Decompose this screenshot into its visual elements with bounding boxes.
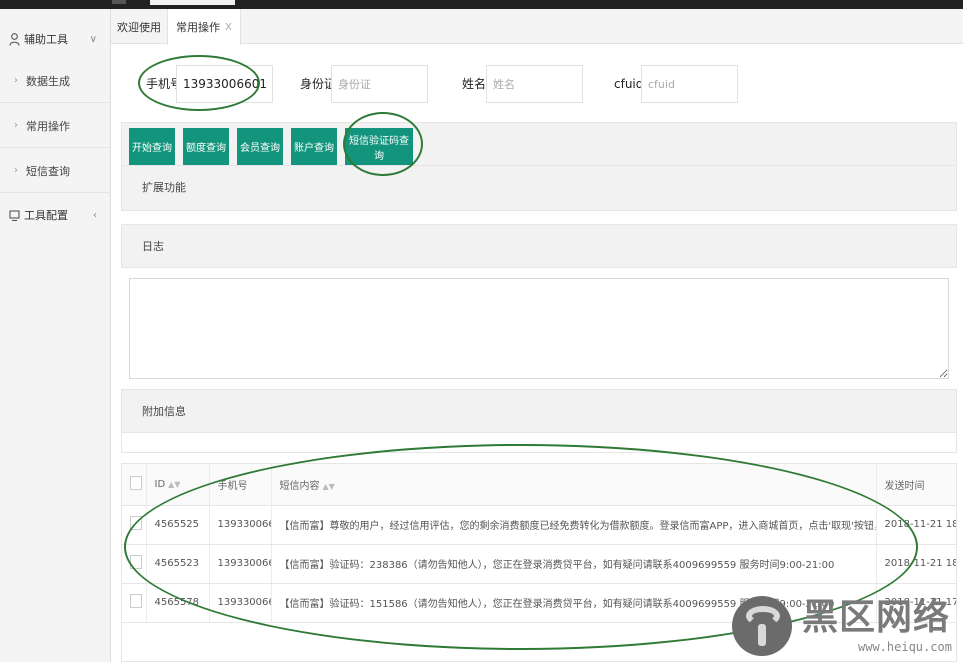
- cell-phone: 13933006601: [209, 544, 272, 584]
- cell-content: 【信而富】验证码：238386（请勿告知他人），您正在登录消费贷平台，如有疑问请…: [271, 544, 877, 584]
- col-id[interactable]: ID ▲▼: [146, 464, 210, 506]
- sidebar-group-aux-tools[interactable]: 辅助工具 ∨: [0, 19, 111, 59]
- name-label: 姓名: [462, 77, 487, 91]
- row-checkbox[interactable]: [130, 516, 142, 530]
- sort-icon[interactable]: ▲▼: [323, 482, 335, 491]
- chevron-right-icon: ›: [14, 75, 18, 86]
- row-select-cell[interactable]: [122, 505, 147, 545]
- col-phone: 手机号: [209, 464, 272, 506]
- chevron-left-icon: ‹: [93, 209, 97, 221]
- monitor-icon: [8, 209, 20, 221]
- sidebar-item-sms-query[interactable]: › 短信查询: [0, 149, 111, 193]
- sidebar-item-label: 数据生成: [26, 74, 70, 88]
- cfuid-input[interactable]: [641, 65, 738, 103]
- extend-panel: 扩展功能: [121, 166, 957, 211]
- row-checkbox[interactable]: [130, 555, 142, 569]
- cell-phone: 13933006601: [209, 505, 272, 545]
- col-id-label: ID: [154, 478, 166, 490]
- sidebar-group-tool-config[interactable]: 工具配置 ‹: [0, 195, 111, 235]
- sidebar-item-common-ops[interactable]: › 常用操作: [0, 104, 111, 148]
- col-content-label: 短信内容: [279, 480, 320, 492]
- sidebar-item-label: 短信查询: [26, 164, 70, 178]
- cell-id: 4565525: [146, 505, 210, 545]
- start-query-button[interactable]: 开始查询: [129, 128, 175, 165]
- table-row[interactable]: 4565523 13933006601 【信而富】验证码：238386（请勿告知…: [122, 544, 956, 584]
- table-row[interactable]: 4565525 13933006601 【信而富】尊敬的用户，经过信用评估，您的…: [122, 505, 956, 545]
- log-title: 日志: [142, 240, 164, 253]
- name-input[interactable]: [486, 65, 583, 103]
- col-phone-label: 手机号: [217, 480, 248, 492]
- phone-input[interactable]: [176, 65, 273, 103]
- quota-query-button[interactable]: 额度查询: [183, 128, 229, 165]
- select-all-cell[interactable]: [122, 464, 147, 506]
- tab-welcome[interactable]: 欢迎使用 X: [117, 9, 173, 44]
- log-textarea[interactable]: [129, 278, 949, 379]
- watermark-url: www.heiqu.com: [858, 640, 952, 654]
- extra-info-body: [121, 433, 957, 453]
- row-select-cell[interactable]: [122, 583, 147, 623]
- cell-content: 【信而富】尊敬的用户，经过信用评估，您的剩余消费额度已经免费转化为借款额度。登录…: [271, 505, 877, 545]
- chevron-right-icon: ›: [14, 165, 18, 176]
- top-bar: [0, 0, 963, 9]
- tab-label: 常用操作: [176, 21, 220, 34]
- select-all-checkbox[interactable]: [130, 475, 142, 490]
- watermark: 黑区网络 www.heiqu.com: [732, 596, 963, 662]
- top-bar-segment: [112, 0, 126, 4]
- watermark-text: 黑区网络: [802, 597, 951, 638]
- account-query-button[interactable]: 账户查询: [291, 128, 337, 165]
- extend-title: 扩展功能: [142, 181, 186, 194]
- cell-id: 4565523: [146, 544, 210, 584]
- table-header-row: ID ▲▼ 手机号 短信内容 ▲▼ 发送时间: [122, 464, 956, 506]
- col-content[interactable]: 短信内容 ▲▼: [271, 464, 877, 506]
- cfuid-label: cfuid: [614, 77, 644, 91]
- member-query-button[interactable]: 会员查询: [237, 128, 283, 165]
- sidebar-item-data-gen[interactable]: › 数据生成: [0, 59, 111, 103]
- cell-time: 2018-11-21 18:04:...: [876, 544, 956, 584]
- extra-info-panel: 附加信息: [121, 389, 957, 433]
- col-time: 发送时间: [876, 464, 956, 506]
- sidebar: 辅助工具 ∨ › 数据生成 › 常用操作 › 短信查询 工具配置 ‹: [0, 9, 111, 662]
- person-icon: [8, 32, 20, 46]
- close-icon[interactable]: X: [225, 22, 232, 33]
- tab-common-ops[interactable]: 常用操作 X: [167, 9, 241, 45]
- cell-phone: 13933006601: [209, 583, 272, 623]
- top-bar-highlight: [150, 0, 235, 5]
- extra-info-title: 附加信息: [142, 405, 186, 418]
- col-time-label: 发送时间: [884, 480, 925, 492]
- row-checkbox[interactable]: [130, 594, 142, 608]
- sort-icon[interactable]: ▲▼: [168, 480, 180, 489]
- idcard-input[interactable]: [331, 65, 428, 103]
- watermark-logo-icon: [732, 596, 792, 656]
- row-select-cell[interactable]: [122, 544, 147, 584]
- tab-label: 欢迎使用: [117, 20, 161, 34]
- chevron-right-icon: ›: [14, 120, 18, 131]
- cell-time: 2018-11-21 18:05:...: [876, 505, 956, 545]
- sidebar-group-label: 工具配置: [24, 209, 68, 222]
- sidebar-group-label: 辅助工具: [24, 33, 68, 46]
- chevron-down-icon: ∨: [89, 33, 97, 45]
- sms-code-query-button[interactable]: 短信验证码查询: [345, 128, 413, 165]
- tab-bar: 欢迎使用 X 常用操作 X: [111, 9, 963, 45]
- log-panel: 日志: [121, 224, 957, 268]
- cell-id: 4565578: [146, 583, 210, 623]
- sidebar-item-label: 常用操作: [26, 119, 70, 133]
